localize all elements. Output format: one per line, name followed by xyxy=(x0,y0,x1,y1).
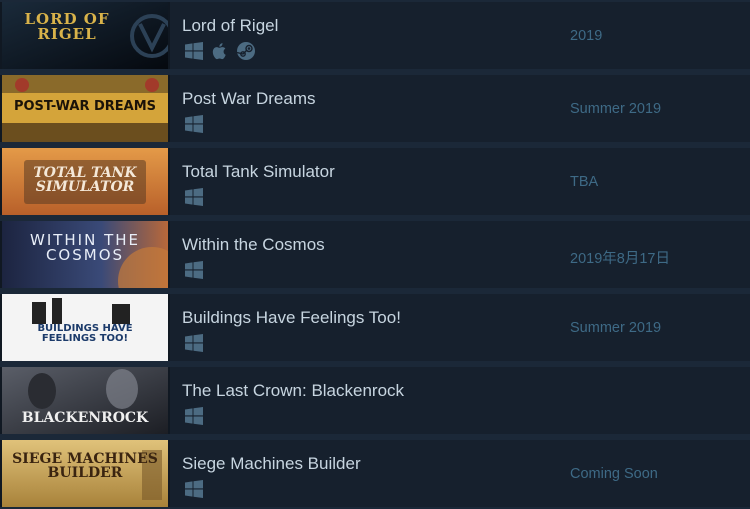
game-capsule-image[interactable]: BUILDINGS HAVE FEELINGS TOO! xyxy=(0,294,170,361)
game-row[interactable]: POST-WAR DREAMS Post War Dreams Summer 2… xyxy=(0,75,750,142)
game-row[interactable]: BUILDINGS HAVE FEELINGS TOO! Buildings H… xyxy=(0,294,750,361)
game-title: Siege Machines Builder xyxy=(182,454,361,473)
game-title: Post War Dreams xyxy=(182,89,316,108)
game-title: Lord of Rigel xyxy=(182,16,279,35)
platform-icons xyxy=(184,333,204,353)
game-row[interactable]: SIEGE MACHINES BUILDER Siege Machines Bu… xyxy=(0,440,750,507)
game-row[interactable]: WITHIN THE COSMOS Within the Cosmos 2019… xyxy=(0,221,750,288)
windows-icon xyxy=(185,261,203,279)
windows-icon xyxy=(185,115,203,133)
capsule-logo-text: SIEGE MACHINES BUILDER xyxy=(12,451,158,481)
release-date: Summer 2019 xyxy=(570,101,662,117)
windows-icon xyxy=(185,407,203,425)
game-title: Total Tank Simulator xyxy=(182,162,335,181)
game-row[interactable]: LORD OF RIGEL Lord of Rigel 2019 xyxy=(0,2,750,69)
capsule-logo-text: BLACKENROCK xyxy=(21,410,149,426)
game-info: Post War Dreams Summer 2019 xyxy=(170,75,750,142)
steam-icon xyxy=(236,42,255,60)
platform-icons xyxy=(184,479,204,499)
game-capsule-image[interactable]: TOTAL TANK SIMULATOR xyxy=(0,148,170,215)
capsule-logo-text: POST-WAR DREAMS xyxy=(13,99,157,114)
game-capsule-image[interactable]: LORD OF RIGEL xyxy=(0,2,170,69)
windows-icon xyxy=(185,42,203,60)
release-date: Coming Soon xyxy=(570,466,658,482)
platform-icons xyxy=(184,406,204,426)
release-date: 2019 xyxy=(570,28,603,44)
windows-icon xyxy=(185,334,203,352)
game-row[interactable]: BLACKENROCK The Last Crown: Blackenrock xyxy=(0,367,750,434)
windows-icon xyxy=(185,480,203,498)
game-row[interactable]: TOTAL TANK SIMULATOR Total Tank Simulato… xyxy=(0,148,750,215)
capsule-logo-text: LORD OF RIGEL xyxy=(24,10,110,43)
game-capsule-image[interactable]: BLACKENROCK xyxy=(0,367,170,434)
platform-icons xyxy=(184,260,204,280)
game-info: The Last Crown: Blackenrock xyxy=(170,367,750,434)
game-list: LORD OF RIGEL Lord of Rigel 2019 POST-WA… xyxy=(0,0,750,509)
game-capsule-image[interactable]: SIEGE MACHINES BUILDER xyxy=(0,440,170,507)
apple-icon xyxy=(212,43,226,60)
platform-icons xyxy=(184,187,204,207)
platform-icons xyxy=(184,114,204,134)
release-date: Summer 2019 xyxy=(570,320,662,336)
platform-icons xyxy=(184,41,256,61)
windows-icon xyxy=(185,188,203,206)
game-info: Siege Machines Builder Coming Soon xyxy=(170,440,750,507)
game-title: The Last Crown: Blackenrock xyxy=(182,381,405,400)
capsule-logo-text: WITHIN THE COSMOS xyxy=(29,231,141,264)
capsule-logo-text: TOTAL TANK SIMULATOR xyxy=(33,165,137,195)
game-info: Lord of Rigel 2019 xyxy=(170,2,750,69)
release-date: TBA xyxy=(570,174,599,190)
release-date: 2019年8月17日 xyxy=(570,251,670,267)
game-info: Total Tank Simulator TBA xyxy=(170,148,750,215)
game-title: Buildings Have Feelings Too! xyxy=(182,308,401,327)
game-capsule-image[interactable]: POST-WAR DREAMS xyxy=(0,75,170,142)
game-title: Within the Cosmos xyxy=(182,235,325,254)
game-info: Buildings Have Feelings Too! Summer 2019 xyxy=(170,294,750,361)
capsule-logo-text: BUILDINGS HAVE FEELINGS TOO! xyxy=(37,323,133,344)
game-capsule-image[interactable]: WITHIN THE COSMOS xyxy=(0,221,170,288)
game-info: Within the Cosmos 2019年8月17日 xyxy=(170,221,750,288)
